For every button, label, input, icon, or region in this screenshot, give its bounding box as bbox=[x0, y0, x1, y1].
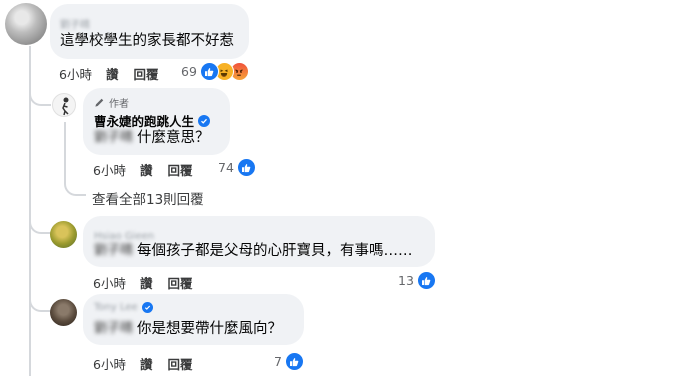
reply-button[interactable]: 回覆 bbox=[167, 354, 192, 373]
reaction-count: 13 bbox=[398, 273, 414, 288]
comment-text: 劉子晴 什麼意思？ bbox=[94, 129, 210, 147]
reaction-summary[interactable]: 69 bbox=[181, 62, 249, 81]
comment-author[interactable]: Tony Lee bbox=[94, 302, 138, 313]
reply-button[interactable]: 回覆 bbox=[167, 273, 192, 292]
like-button[interactable]: 讚 bbox=[140, 354, 153, 373]
mention-link[interactable]: 劉子晴 bbox=[94, 242, 133, 260]
runner-avatar-icon bbox=[62, 97, 69, 116]
avatar[interactable] bbox=[5, 3, 47, 45]
comment-author[interactable]: Hsiao Gieen bbox=[94, 231, 154, 242]
reaction-summary[interactable]: 74 bbox=[218, 158, 256, 177]
comment-time[interactable]: 6小時 bbox=[59, 64, 92, 83]
comment-text: 劉子晴 你是想要帶什麼風向？ bbox=[94, 320, 283, 338]
reply-button[interactable]: 回覆 bbox=[167, 160, 192, 179]
like-reaction-icon bbox=[199, 62, 219, 81]
like-button[interactable]: 讚 bbox=[140, 160, 153, 179]
like-reaction-icon bbox=[416, 271, 436, 290]
view-all-replies-link[interactable]: 查看全部13則回覆 bbox=[92, 188, 204, 208]
comment-actions: 6小時 讚 回覆 bbox=[93, 354, 192, 373]
verified-badge-icon bbox=[141, 302, 153, 313]
comment-time[interactable]: 6小時 bbox=[93, 273, 126, 292]
comment-actions: 6小時 讚 回覆 bbox=[93, 160, 192, 179]
like-button[interactable]: 讚 bbox=[140, 273, 153, 292]
comment-bubble: Tony Lee 劉子晴 你是想要帶什麼風向？ bbox=[83, 294, 304, 345]
comment-author[interactable]: 劉子晴 bbox=[60, 16, 90, 31]
comment-time[interactable]: 6小時 bbox=[93, 354, 126, 373]
thread-line-reply bbox=[64, 122, 66, 184]
like-reaction-icon bbox=[284, 352, 304, 371]
thread-connector-1 bbox=[29, 90, 51, 106]
comment-actions: 6小時 讚 回覆 bbox=[59, 64, 158, 83]
reaction-count: 74 bbox=[218, 160, 234, 175]
reaction-summary[interactable]: 13 bbox=[398, 271, 436, 290]
comment-time[interactable]: 6小時 bbox=[93, 160, 126, 179]
comment-text: 這學校學生的家長都不好惹 bbox=[60, 33, 234, 49]
comment-bubble: 作者 曹永婕的跑跳人生 劉子晴 什麼意思？ bbox=[83, 88, 230, 155]
reply-button[interactable]: 回覆 bbox=[133, 64, 158, 83]
like-reaction-icon bbox=[236, 158, 256, 177]
comment-author[interactable]: 曹永婕的跑跳人生 bbox=[94, 111, 194, 130]
mention-link[interactable]: 劉子晴 bbox=[94, 129, 133, 147]
reaction-count: 69 bbox=[181, 64, 197, 79]
thread-connector-3 bbox=[29, 296, 51, 312]
reaction-count: 7 bbox=[274, 354, 282, 369]
comment-actions: 6小時 讚 回覆 bbox=[93, 273, 192, 292]
verified-badge-icon bbox=[198, 114, 211, 127]
comment-bubble: 劉子晴 這學校學生的家長都不好惹 bbox=[50, 4, 249, 59]
avatar[interactable] bbox=[52, 93, 76, 117]
pencil-icon bbox=[95, 98, 104, 107]
mention-link[interactable]: 劉子晴 bbox=[94, 320, 133, 338]
thread-connector-2 bbox=[29, 218, 51, 234]
reaction-summary[interactable]: 7 bbox=[274, 352, 304, 371]
author-badge: 作者 bbox=[94, 95, 129, 110]
comment-text: 劉子晴 每個孩子都是父母的心肝寶貝，有事嗎…… bbox=[94, 242, 413, 260]
like-button[interactable]: 讚 bbox=[106, 64, 119, 83]
thread-connector-view bbox=[64, 180, 86, 196]
comment-bubble: Hsiao Gieen 劉子晴 每個孩子都是父母的心肝寶貝，有事嗎…… bbox=[83, 216, 435, 267]
avatar[interactable] bbox=[50, 221, 77, 248]
avatar[interactable] bbox=[50, 299, 77, 326]
